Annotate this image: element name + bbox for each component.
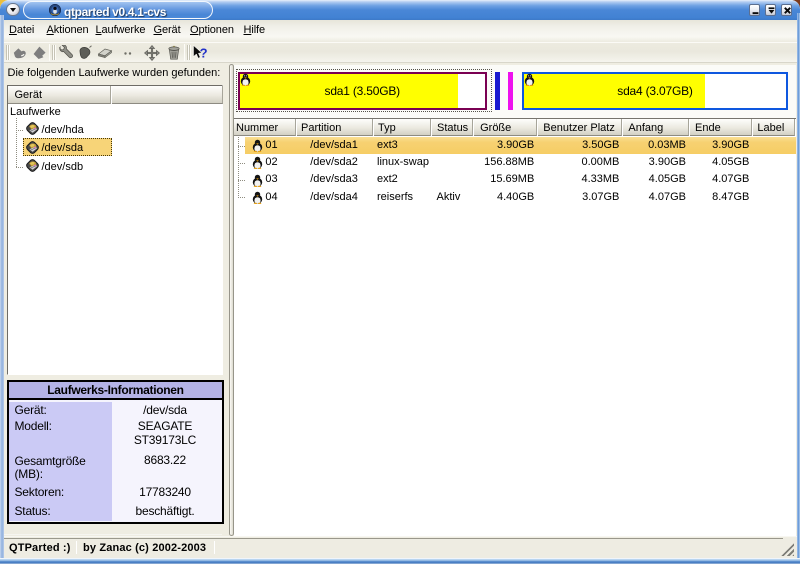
svg-text:?: ? — [200, 46, 208, 61]
